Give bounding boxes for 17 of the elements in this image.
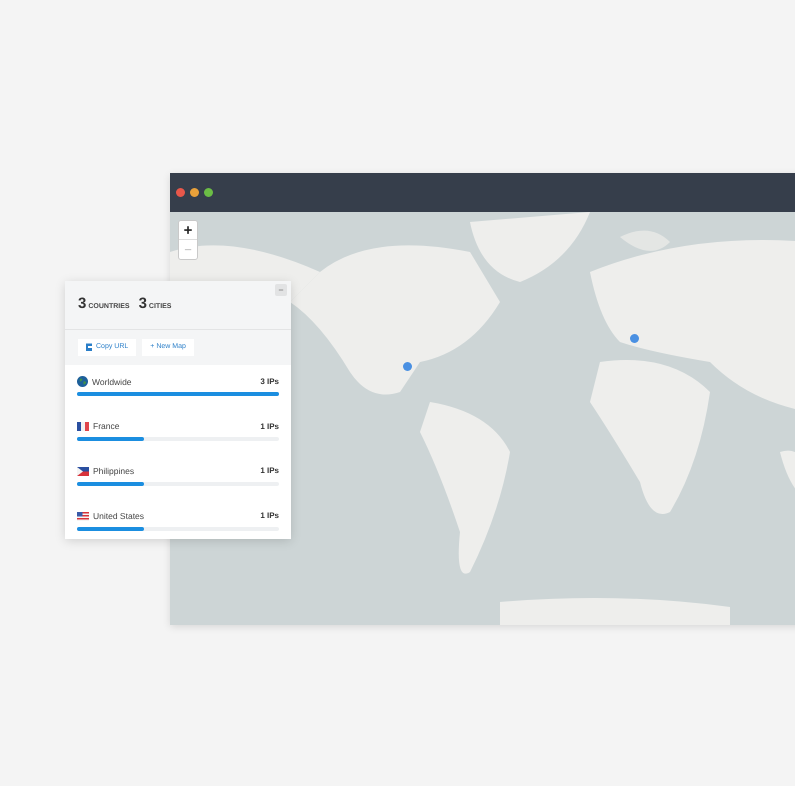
zoom-in-button[interactable]: + [179, 221, 197, 240]
ip-count: 3 IPs [260, 376, 279, 388]
stat-count: 3 [138, 294, 147, 314]
ip-count: 1 IPs [260, 420, 279, 433]
flag-icon [77, 512, 89, 521]
flag-icon [77, 422, 89, 432]
location-name: Philippines [93, 465, 136, 478]
clipboard-icon [86, 343, 93, 351]
location-name: Worldwide [92, 376, 133, 388]
stat-count: 3 [78, 294, 86, 314]
globe-icon [77, 376, 88, 388]
ip-count: 1 IPs [260, 510, 279, 522]
flag-icon [77, 466, 89, 476]
ip-count: 1 IPs [260, 465, 279, 478]
collapse-button[interactable]: − [275, 284, 287, 296]
location-name: United States [93, 510, 146, 522]
location-name: France [93, 420, 120, 433]
